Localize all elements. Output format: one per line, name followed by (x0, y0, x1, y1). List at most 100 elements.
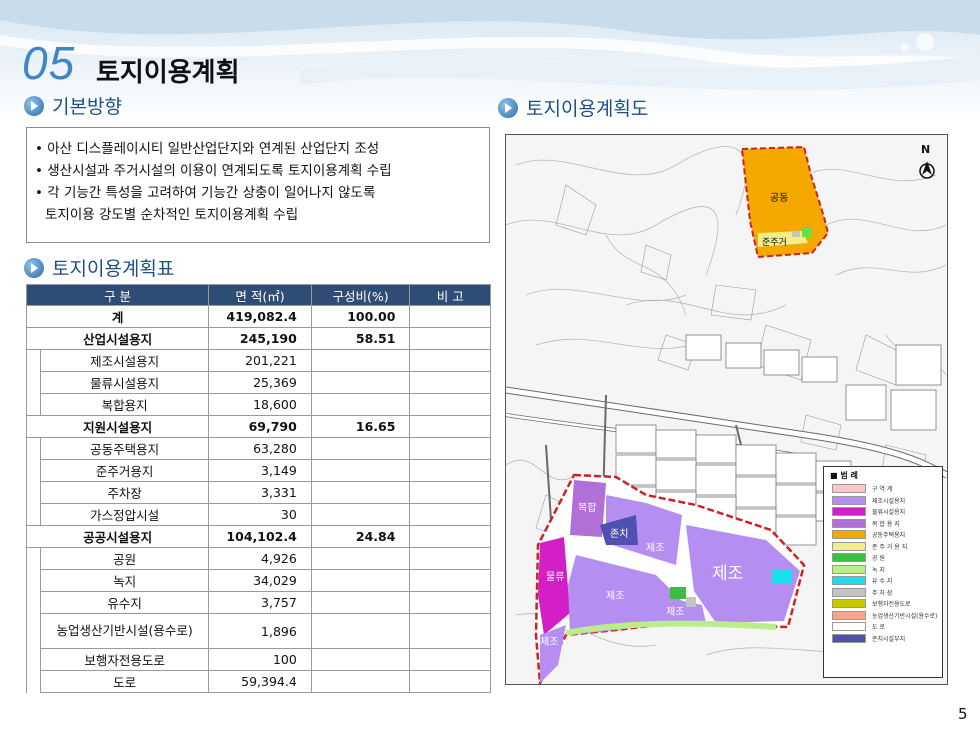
table-row: 농업생산기반시설(용수로) 1,896 (25, 613, 491, 649)
table-row: 보행자전용도로 100 (25, 648, 491, 671)
legend-swatch (832, 576, 866, 586)
row-ratio (310, 459, 411, 482)
row-area: 59,394.4 (208, 670, 312, 693)
row-remark (409, 459, 491, 482)
row-ratio: 16.65 (310, 415, 411, 438)
legend-item: 물류시설용지 (824, 506, 942, 518)
row-remark (409, 371, 491, 394)
legend-item: 존치시설부지 (824, 633, 942, 645)
row-remark (409, 305, 491, 328)
table-row: 유수지 3,757 (25, 591, 491, 614)
row-area: 3,331 (208, 481, 312, 504)
indent-cell (25, 393, 42, 416)
row-area: 34,029 (208, 569, 312, 592)
row-area: 3,757 (208, 591, 312, 614)
legend-swatch (832, 541, 866, 551)
table-header: 비 고 (409, 284, 491, 306)
legend-title: ■ 범 례 (830, 471, 858, 480)
table-body: 계 419,082.4 100.00 산업시설용지 245,190 58.51 제조시설용지… (25, 305, 491, 693)
legend-label: 물류시설용지 (872, 509, 906, 517)
legend-swatch (832, 610, 866, 620)
row-label: 농업생산기반시설(용수로) (40, 613, 210, 649)
legend-item: 주 차 장 (824, 587, 942, 599)
legend-label: 녹 지 (872, 566, 885, 574)
row-ratio (310, 613, 411, 649)
table-row: 공동주택용지 63,280 (25, 437, 491, 460)
legend-label: 도 로 (872, 624, 885, 632)
indent-cell (25, 648, 42, 671)
legend-item: 제조시설용지 (824, 495, 942, 507)
row-area: 18,600 (208, 393, 312, 416)
legend-item: 유 수 지 (824, 575, 942, 587)
row-remark (409, 591, 491, 614)
row-ratio (310, 591, 411, 614)
section-heading-label: 토지이용계획표 (52, 258, 175, 280)
indent-cell (25, 547, 42, 570)
table-row: 주차장 3,331 (25, 481, 491, 504)
legend-item: 복 합 용 지 (824, 518, 942, 530)
row-label: 도로 (40, 670, 210, 693)
legend-label: 유 수 지 (872, 578, 893, 586)
section-heading-map: 토지이용계획도 (498, 94, 648, 121)
row-label: 준주거용지 (40, 459, 210, 482)
map-label-mfg: 제조 (646, 542, 664, 554)
row-area: 25,369 (208, 371, 312, 394)
row-ratio (310, 547, 411, 570)
page-number: 5 (958, 705, 968, 723)
table-row: 산업시설용지 245,190 58.51 (25, 327, 491, 350)
row-area: 4,926 (208, 547, 312, 570)
arrow-bullet-icon (24, 257, 44, 278)
north-label: N (921, 143, 930, 156)
row-label: 유수지 (40, 591, 210, 614)
indent-cell (25, 670, 42, 693)
legend-label: 보행자전용도로 (872, 601, 911, 609)
row-area: 69,790 (208, 415, 312, 438)
row-remark (409, 648, 491, 671)
legend-swatch (832, 599, 866, 609)
section-heading-basic: 기본방향 (24, 92, 122, 119)
legend-item: 공동주택용지 (824, 529, 942, 541)
table-header: 구 분 (25, 284, 210, 306)
map-label-logistics: 물류 (546, 571, 564, 583)
row-ratio (310, 670, 411, 693)
row-area: 100 (208, 648, 312, 671)
row-label: 산업시설용지 (25, 327, 210, 350)
row-ratio (310, 503, 411, 526)
row-remark (409, 437, 491, 460)
row-ratio (310, 371, 411, 394)
map-legend: ■ 범 례 구 역 계 제조시설용지 물류시설용지 복 합 용 지 공동주택용지 준 주 … (823, 466, 943, 678)
section-heading-label: 토지이용계획도 (526, 98, 649, 120)
row-remark (409, 613, 491, 649)
legend-swatch (832, 564, 866, 574)
legend-label: 주 차 장 (872, 589, 893, 597)
row-remark (409, 393, 491, 416)
map-label-mfg-east: 제조 (712, 564, 743, 584)
row-ratio: 100.00 (310, 305, 411, 328)
section-heading-table: 토지이용계획표 (24, 254, 174, 281)
legend-swatch (832, 587, 866, 597)
basic-point: • 생산시설과 주거시설의 이용이 연계되도록 토지이용계획 수립 (35, 163, 392, 179)
table-row: 가스정압시설 30 (25, 503, 491, 526)
row-ratio (310, 648, 411, 671)
row-remark (409, 547, 491, 570)
row-label: 물류시설용지 (40, 371, 210, 394)
indent-cell (25, 437, 42, 460)
row-area: 30 (208, 503, 312, 526)
basic-point: • 아산 디스플레이시티 일반산업단지와 연계된 산업단지 조성 (35, 141, 380, 157)
row-remark (409, 415, 491, 438)
row-label: 제조시설용지 (40, 349, 210, 372)
map-label-mfg-west: 제조 (606, 590, 624, 602)
map-label-semi-residential: 준주거 (762, 237, 787, 248)
row-area: 104,102.4 (208, 525, 312, 548)
row-area: 201,221 (208, 349, 312, 372)
indent-cell (25, 503, 42, 526)
row-area: 419,082.4 (208, 305, 312, 328)
page-title: 토지이용계획 (96, 58, 240, 88)
legend-swatch (832, 495, 866, 505)
table-row: 지원시설용지 69,790 16.65 (25, 415, 491, 438)
legend-label: 준 주 거 용 지 (872, 543, 908, 551)
map-label-mfg-south: 제조 (666, 606, 684, 618)
land-use-table: 구 분 면 적(㎡) 구성비(%) 비 고 계 419,082.4 100.00 산업… (25, 284, 491, 693)
row-ratio: 58.51 (310, 327, 411, 350)
map-label-village: 존치 (610, 528, 628, 540)
